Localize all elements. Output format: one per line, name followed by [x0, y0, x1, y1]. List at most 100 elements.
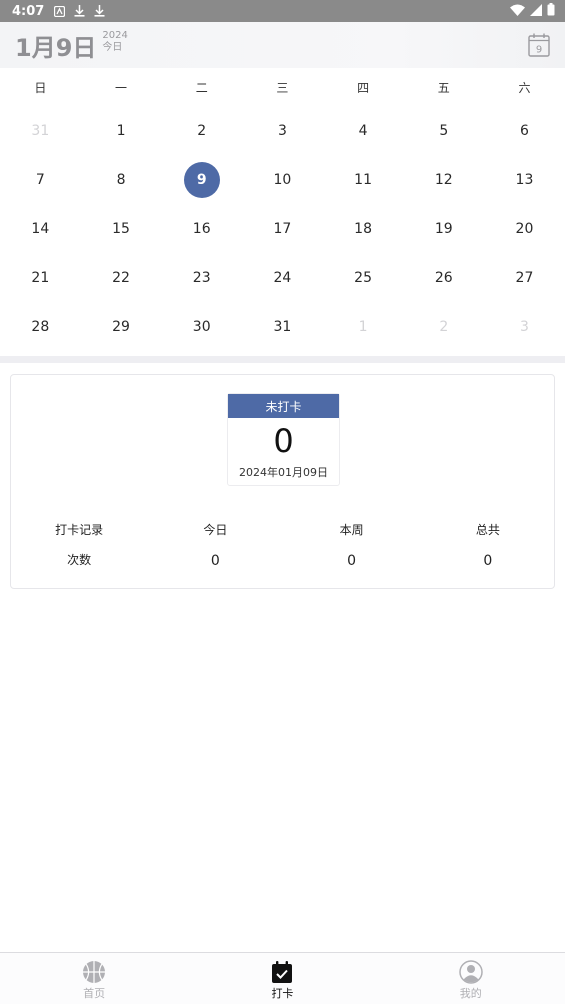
calendar-day-number: 22 — [112, 269, 130, 286]
calendar-day-number: 8 — [116, 171, 126, 188]
calendar-day-number: 1 — [116, 122, 126, 139]
calendar-day-number: 27 — [515, 269, 534, 286]
calendar-day[interactable]: 28 — [0, 302, 81, 351]
calendar-day-number: 16 — [192, 220, 211, 237]
calendar-check-icon — [272, 961, 293, 983]
weekday-label: 一 — [115, 80, 128, 95]
calendar-day[interactable]: 14 — [0, 204, 81, 253]
calendar-day[interactable]: 10 — [242, 155, 323, 204]
tab-label: 打卡 — [271, 987, 294, 1000]
calendar-day[interactable]: 22 — [81, 253, 162, 302]
calendar-day-number: 21 — [31, 269, 50, 286]
calendar-day-number: 25 — [354, 269, 372, 286]
tab-home[interactable]: 首页 — [0, 953, 188, 1004]
stats-header: 今日 — [203, 523, 228, 537]
stats-header-row: 打卡记录 今日 本周 总共 — [11, 521, 556, 538]
calendar-day-number: 31 — [31, 122, 50, 139]
calendar-day-number: 2 — [439, 318, 449, 335]
calendar-day-number: 28 — [31, 318, 50, 335]
calendar-day[interactable]: 25 — [323, 253, 404, 302]
calendar-day[interactable]: 19 — [403, 204, 484, 253]
user-icon — [458, 960, 483, 984]
calendar-day[interactable]: 18 — [323, 204, 404, 253]
stats-header: 总共 — [475, 523, 500, 537]
calendar-day-number: 4 — [358, 122, 368, 139]
calendar-icon: 9 — [528, 33, 550, 57]
calendar-day-number: 23 — [192, 269, 211, 286]
calendar-day[interactable]: 11 — [323, 155, 404, 204]
calendar-day[interactable]: 27 — [484, 253, 565, 302]
calendar-day[interactable]: 17 — [242, 204, 323, 253]
calendar-day-number: 17 — [273, 220, 292, 237]
basketball-icon — [83, 961, 106, 983]
calendar-day[interactable]: 16 — [161, 204, 242, 253]
calendar-day-number: 1 — [358, 318, 368, 335]
stats-row-label: 次数 — [67, 553, 92, 567]
calendar-day[interactable]: 3 — [242, 106, 323, 155]
app-notification-icon — [54, 5, 66, 17]
calendar-day-other-month[interactable]: 3 — [484, 302, 565, 351]
calendar-week-row: 14 15 16 17 18 19 20 — [0, 204, 565, 253]
checkin-status: 未打卡 — [228, 394, 339, 418]
year-today: 2024 今日 — [102, 30, 127, 54]
calendar-day[interactable]: 13 — [484, 155, 565, 204]
calendar-day[interactable]: 26 — [403, 253, 484, 302]
calendar-day-number: 19 — [434, 220, 453, 237]
calendar-day-number: 31 — [273, 318, 292, 335]
current-year: 2024 — [102, 30, 128, 41]
calendar-day-other-month[interactable]: 2 — [403, 302, 484, 351]
checkin-button[interactable]: 未打卡 0 2024年01月09日 — [227, 393, 340, 486]
calendar-day-number: 13 — [515, 171, 534, 188]
section-divider — [0, 356, 565, 363]
calendar-day-number: 18 — [354, 220, 372, 237]
weekday-label: 四 — [357, 80, 370, 95]
calendar-day-number: 3 — [520, 318, 529, 335]
calendar-day[interactable]: 31 — [242, 302, 323, 351]
signal-icon — [530, 3, 542, 16]
calendar-day-number: 11 — [354, 171, 372, 188]
calendar-day[interactable]: 4 — [323, 106, 404, 155]
calendar-day[interactable]: 12 — [403, 155, 484, 204]
calendar-day[interactable]: 5 — [403, 106, 484, 155]
download-icon — [74, 5, 85, 17]
calendar-day[interactable]: 15 — [81, 204, 162, 253]
calendar-grid: 31 1 2 3 4 5 6 7 8 9 10 11 12 13 14 15 16 17 18 19 20 21 22 23 2… — [0, 106, 565, 351]
calendar-day[interactable]: 23 — [161, 253, 242, 302]
calendar-day-number: 14 — [31, 220, 50, 237]
calendar-day-number: 2 — [197, 122, 207, 139]
stats-week-value: 0 — [347, 553, 357, 569]
stats-today-value: 0 — [210, 553, 220, 569]
calendar-day[interactable]: 7 — [0, 155, 81, 204]
tab-checkin[interactable]: 打卡 — [188, 953, 376, 1004]
weekday-header: 日 一 二 三 四 五 六 — [0, 68, 565, 106]
weekday-label: 二 — [195, 80, 208, 95]
tab-label: 首页 — [83, 987, 106, 1000]
stats-values-row: 次数 0 0 0 — [11, 551, 556, 569]
calendar-day[interactable]: 1 — [81, 106, 162, 155]
calendar-day[interactable]: 24 — [242, 253, 323, 302]
calendar-day[interactable]: 8 — [81, 155, 162, 204]
status-time: 4:07 — [12, 3, 45, 19]
calendar-day-number: 29 — [112, 318, 130, 335]
calendar-day[interactable]: 29 — [81, 302, 162, 351]
stats-header: 本周 — [339, 523, 364, 537]
calendar-day-number: 9 — [183, 161, 220, 198]
calendar-day-other-month[interactable]: 31 — [0, 106, 81, 155]
calendar-day[interactable]: 21 — [0, 253, 81, 302]
calendar-day[interactable]: 6 — [484, 106, 565, 155]
weekday-label: 六 — [518, 80, 531, 95]
today-label[interactable]: 今日 — [102, 42, 127, 54]
calendar-week-row: 31 1 2 3 4 5 6 — [0, 106, 565, 155]
calendar-day[interactable]: 30 — [161, 302, 242, 351]
calendar-today-button[interactable]: 9 — [528, 33, 550, 57]
tab-profile[interactable]: 我的 — [377, 953, 565, 1004]
date-header: 1月9日 2024 今日 9 — [0, 22, 565, 68]
calendar-day-other-month[interactable]: 1 — [323, 302, 404, 351]
calendar-day-number: 6 — [520, 122, 529, 139]
battery-icon — [547, 3, 555, 16]
calendar-day-selected[interactable]: 9 — [161, 155, 242, 204]
calendar-day[interactable]: 2 — [161, 106, 242, 155]
calendar-day[interactable]: 20 — [484, 204, 565, 253]
calendar-day-number: 24 — [273, 269, 292, 286]
checkin-count: 0 — [273, 422, 294, 460]
